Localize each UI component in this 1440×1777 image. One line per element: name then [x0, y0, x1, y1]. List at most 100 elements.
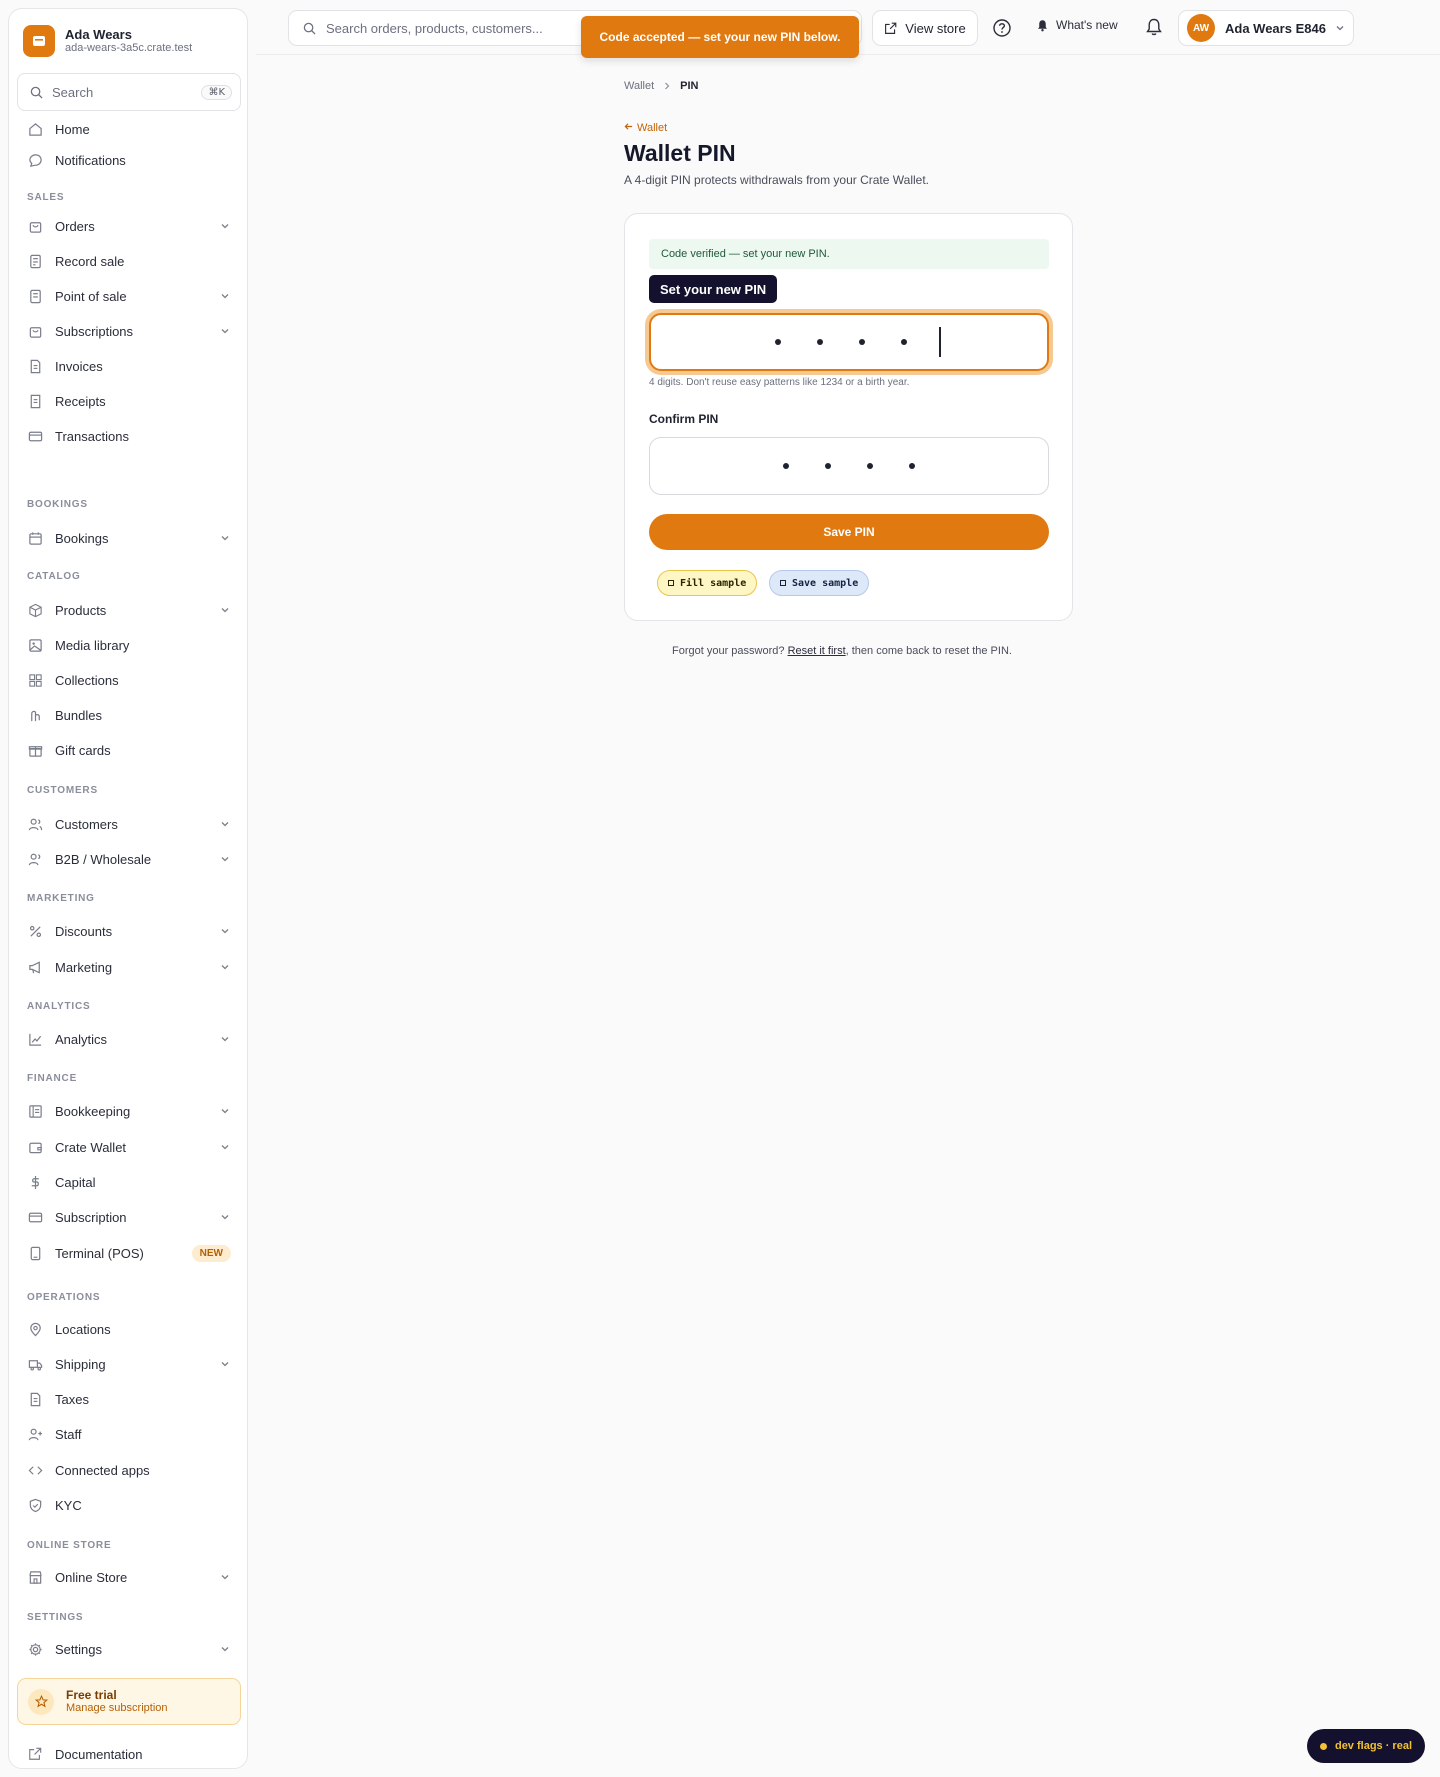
wallet-icon [27, 1139, 43, 1155]
sidebar-item-customers[interactable]: Customers [17, 808, 241, 840]
sidebar-item-crate-wallet[interactable]: Crate Wallet [17, 1131, 241, 1163]
brand[interactable]: Ada Wears ada-wears-3a5c.crate.test [23, 25, 192, 57]
cube-icon [27, 602, 43, 618]
sidebar-item-discounts[interactable]: Discounts [17, 915, 241, 947]
chevron-down-icon[interactable] [219, 1211, 231, 1223]
shopping-bag-icon [27, 323, 43, 339]
chevron-down-icon[interactable] [219, 818, 231, 830]
sidebar-item-products[interactable]: Products [17, 594, 241, 626]
sidebar-item-bookkeeping[interactable]: Bookkeeping [17, 1095, 241, 1127]
text-caret [939, 327, 941, 357]
sidebar-item-connected-apps[interactable]: Connected apps [17, 1454, 241, 1486]
chevron-down-icon[interactable] [219, 1141, 231, 1153]
chevron-down-icon[interactable] [219, 532, 231, 544]
chevron-down-icon[interactable] [219, 1643, 231, 1655]
back-to-wallet-link[interactable]: Wallet [624, 122, 667, 134]
credit-card-icon [27, 428, 43, 444]
sidebar-item-notifications[interactable]: Notifications [17, 144, 241, 176]
free-trial-card[interactable]: Free trial Manage subscription [17, 1678, 241, 1725]
page-title: Wallet PIN [624, 140, 736, 166]
pin-dot [859, 339, 866, 345]
external-link-icon [884, 22, 897, 35]
chat-bubble-icon [27, 152, 43, 168]
sidebar-item-settings[interactable]: Settings [17, 1633, 241, 1665]
sidebar-item-point-of-sale[interactable]: Point of sale [17, 280, 241, 312]
image-icon [27, 637, 43, 653]
sidebar-item-gift-cards[interactable]: Gift cards [17, 734, 241, 766]
dev-flags-button[interactable]: dev flags · real [1307, 1729, 1425, 1763]
sidebar-item-kyc[interactable]: KYC [17, 1489, 241, 1521]
shopping-bag-icon [27, 218, 43, 234]
credit-card-icon [27, 1209, 43, 1225]
chevron-down-icon[interactable] [219, 925, 231, 937]
bell-filled-icon [1036, 19, 1049, 32]
help-icon[interactable] [992, 18, 1012, 38]
calculator-icon [27, 253, 43, 269]
pin-dot [901, 339, 908, 345]
grid-icon [27, 672, 43, 688]
chevron-down-icon[interactable] [219, 1033, 231, 1045]
section-online-store: ONLINE STORE [27, 1540, 112, 1551]
sidebar-item-collections[interactable]: Collections [17, 664, 241, 696]
sidebar-item-subscription[interactable]: Subscription [17, 1201, 241, 1233]
chevron-down-icon[interactable] [219, 604, 231, 616]
sidebar-item-online-store[interactable]: Online Store [17, 1561, 241, 1593]
confirm-pin-input[interactable] [649, 437, 1049, 495]
chevron-down-icon[interactable] [219, 1358, 231, 1370]
breadcrumb: Wallet PIN [624, 80, 699, 92]
sidebar-item-locations[interactable]: Locations [17, 1313, 241, 1345]
chevron-down-icon[interactable] [219, 1105, 231, 1117]
new-badge: NEW [191, 1244, 231, 1262]
sidebar-item-receipts[interactable]: Receipts [17, 385, 241, 417]
square-icon [668, 580, 674, 586]
chevron-down-icon[interactable] [219, 290, 231, 302]
sidebar-item-shipping[interactable]: Shipping [17, 1348, 241, 1380]
sidebar-item-analytics[interactable]: Analytics [17, 1023, 241, 1055]
sidebar-item-bundles[interactable]: Bundles [17, 699, 241, 731]
sidebar-item-marketing[interactable]: Marketing [17, 951, 241, 983]
reset-password-link[interactable]: Reset it first [788, 645, 846, 657]
account-menu[interactable]: AW Ada Wears E846 [1178, 10, 1354, 46]
sidebar-item-record-sale[interactable]: Record sale [17, 245, 241, 277]
manage-subscription-link[interactable]: Manage subscription [66, 1702, 168, 1715]
sidebar-item-media-library[interactable]: Media library [17, 629, 241, 661]
sidebar-item-home[interactable]: Home [17, 113, 241, 145]
sidebar-item-invoices[interactable]: Invoices [17, 350, 241, 382]
sidebar-item-taxes[interactable]: Taxes [17, 1383, 241, 1415]
chevron-down-icon[interactable] [219, 853, 231, 865]
view-store-button[interactable]: View store [872, 10, 978, 46]
chevron-down-icon[interactable] [219, 220, 231, 232]
star-icon [28, 1688, 54, 1715]
sidebar-item-orders[interactable]: Orders [17, 210, 241, 242]
whats-new-button[interactable]: What's new [1036, 18, 1118, 32]
sidebar-item-subscriptions[interactable]: Subscriptions [17, 315, 241, 347]
sidebar-item-terminal-pos[interactable]: Terminal (POS) NEW [17, 1237, 241, 1269]
sidebar-search[interactable]: Search ⌘K [17, 73, 241, 111]
new-pin-input[interactable] [649, 313, 1049, 371]
ledger-icon [27, 1103, 43, 1119]
sidebar-item-b2b-wholesale[interactable]: B2B / Wholesale [17, 843, 241, 875]
store-logo-icon [23, 25, 55, 57]
pin-dot [775, 339, 782, 345]
breadcrumb-current: PIN [680, 80, 699, 92]
sidebar-item-transactions[interactable]: Transactions [17, 420, 241, 452]
chevron-down-icon[interactable] [219, 325, 231, 337]
save-sample-button[interactable]: Save sample [769, 570, 870, 596]
sidebar-item-documentation[interactable]: Documentation [17, 1738, 241, 1770]
fill-sample-button[interactable]: Fill sample [657, 570, 758, 596]
notifications-bell-icon[interactable] [1144, 17, 1164, 37]
chevron-down-icon[interactable] [219, 1571, 231, 1583]
save-pin-button[interactable]: Save PIN [649, 514, 1049, 550]
search-shortcut: ⌘K [201, 84, 232, 100]
breadcrumb-wallet[interactable]: Wallet [624, 80, 654, 92]
trial-title: Free trial [66, 1688, 117, 1702]
pin-dot [817, 339, 824, 345]
sidebar-item-capital[interactable]: Capital [17, 1166, 241, 1198]
discount-icon [27, 923, 43, 939]
sidebar-search-placeholder: Search [52, 84, 94, 100]
sidebar-item-staff[interactable]: Staff [17, 1418, 241, 1450]
search-icon [30, 86, 43, 99]
confirm-pin-dots [765, 463, 933, 469]
chevron-down-icon[interactable] [219, 961, 231, 973]
sidebar-item-bookings[interactable]: Bookings [17, 522, 241, 554]
